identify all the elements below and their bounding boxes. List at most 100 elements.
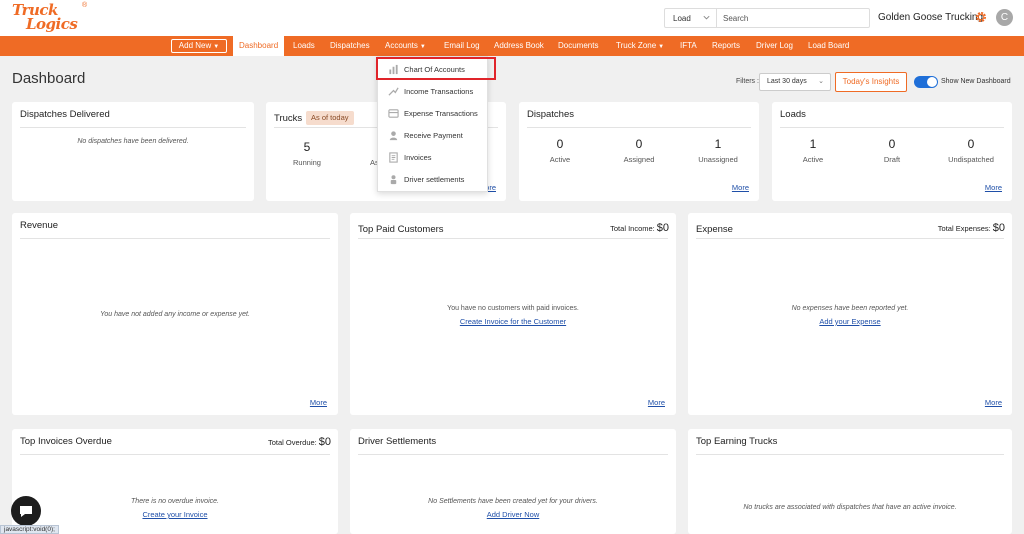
menu-item-label: Driver settlements (404, 174, 465, 184)
search-input[interactable] (717, 9, 869, 27)
truck-logics-logo[interactable]: Truck Logics ® (12, 2, 87, 34)
total-overdue: Total Overdue: $0 (268, 436, 331, 448)
search-type-select[interactable]: Load (665, 9, 717, 27)
search-type-value: Load (673, 13, 691, 23)
loads-draft-stat[interactable]: 0 Draft (852, 137, 932, 164)
chart-of-accounts-highlight (376, 57, 496, 80)
total-label: Total Overdue: (267, 438, 317, 447)
dispatches-active-stat[interactable]: 0 Active (520, 137, 600, 164)
stat-label: Active (802, 155, 824, 164)
nav-ifta[interactable]: IFTA (680, 36, 697, 56)
browser-status-bar: javascript:void(0); (0, 525, 59, 534)
nav-driver-log[interactable]: Driver Log (756, 36, 793, 56)
add-new-button[interactable]: Add New ▼ (171, 39, 227, 53)
nav-load-board[interactable]: Load Board (808, 36, 849, 56)
add-expense-link[interactable]: Add your Expense (688, 317, 1012, 326)
nav-email-log[interactable]: Email Log (444, 36, 480, 56)
menu-item-receive-payment[interactable]: Receive Payment (378, 125, 489, 145)
total-label: Total Expenses: (937, 224, 991, 233)
stat-label: Assigned (623, 155, 655, 164)
expense-icon (388, 108, 399, 118)
driver-icon (390, 174, 397, 184)
top-earning-trucks-card: Top Earning Trucks No trucks are associa… (688, 429, 1012, 534)
nav-address-book[interactable]: Address Book (494, 36, 544, 56)
dispatches-more-link[interactable]: More (732, 183, 749, 192)
company-name[interactable]: Golden Goose Trucking (878, 12, 983, 23)
user-avatar[interactable]: C (996, 9, 1013, 26)
empty-message: No expenses have been reported yet. (791, 305, 909, 312)
todays-insights-button[interactable]: Today's Insights (835, 72, 907, 92)
loads-more-link[interactable]: More (985, 183, 1002, 192)
card-title: Dispatches (527, 109, 574, 120)
chevron-down-icon: ▼ (213, 44, 220, 50)
total-value: $0 (318, 436, 331, 448)
card-title: Dispatches Delivered (20, 109, 110, 120)
stat-label: Unassigned (698, 155, 738, 164)
stat-label: Running (293, 158, 321, 167)
stat-value: 0 (556, 137, 564, 151)
create-invoice-for-customer-link[interactable]: Create Invoice for the Customer (350, 317, 676, 326)
trucks-running-stat[interactable]: 5 Running (267, 140, 347, 167)
logo-text-bottom: Logics (26, 15, 78, 33)
nav-documents[interactable]: Documents (558, 36, 598, 56)
stat-value: 1 (809, 137, 817, 151)
menu-item-income-transactions[interactable]: Income Transactions (378, 81, 489, 101)
empty-message: You have not added any income or expense… (100, 311, 250, 318)
dispatches-unassigned-stat[interactable]: 1 Unassigned (678, 137, 758, 164)
stat-label: Draft (883, 155, 901, 164)
loads-undispatched-stat[interactable]: 0 Undispatched (931, 137, 1011, 164)
filters-label: Filters : (736, 78, 759, 85)
new-dashboard-toggle[interactable] (914, 76, 938, 88)
menu-item-label: Expense Transactions (404, 108, 478, 118)
empty-message: You have no customers with paid invoices… (447, 305, 579, 312)
nav-dashboard[interactable]: Dashboard (233, 36, 285, 56)
menu-item-driver-settlements[interactable]: Driver settlements (378, 169, 489, 189)
nav-loads[interactable]: Loads (293, 36, 315, 56)
menu-item-label: Invoices (404, 152, 432, 162)
nav-dispatches[interactable]: Dispatches (330, 36, 370, 56)
top-paid-customers-card: Top Paid Customers Total Income: $0 You h… (350, 213, 676, 415)
chevron-down-icon: ▼ (419, 44, 426, 50)
toggle-knob (927, 77, 937, 87)
main-nav: Add New ▼ Dashboard Loads Dispatches Acco… (0, 36, 1024, 56)
stat-value: 0 (888, 137, 896, 151)
card-title: Driver Settlements (358, 436, 437, 447)
empty-message: No trucks are associated with dispatches… (743, 504, 957, 511)
divider (20, 454, 330, 455)
total-expenses: Total Expenses: $0 (938, 222, 1005, 234)
stat-label: Undispatched (948, 155, 994, 164)
revenue-more-link[interactable]: More (310, 398, 327, 407)
menu-item-invoices[interactable]: Invoices (378, 147, 489, 167)
expense-more-link[interactable]: More (985, 398, 1002, 407)
top-invoices-overdue-card: Top Invoices Overdue Total Overdue: $0 Th… (12, 429, 338, 534)
expense-card: Expense Total Expenses: $0 No expenses ha… (688, 213, 1012, 415)
nav-reports[interactable]: Reports (712, 36, 740, 56)
revenue-card: Revenue You have not added any income or… (12, 213, 338, 415)
divider (527, 127, 751, 128)
nav-accounts[interactable]: Accounts ▼ (385, 36, 426, 56)
chat-widget-button[interactable] (11, 496, 41, 526)
loads-active-stat[interactable]: 1 Active (773, 137, 853, 164)
card-title: Revenue (20, 220, 59, 231)
date-range-select[interactable]: Last 30 days ⌄ (759, 73, 831, 91)
nav-truck-zone[interactable]: Truck Zone ▼ (616, 36, 664, 56)
dispatches-assigned-stat[interactable]: 0 Assigned (599, 137, 679, 164)
chevron-down-icon: ⌄ (818, 78, 824, 85)
card-title: Trucks (274, 113, 303, 124)
add-driver-link[interactable]: Add Driver Now (350, 510, 676, 519)
invoice-icon (389, 151, 398, 163)
total-label: Total Income: (610, 224, 655, 233)
loads-card: Loads 1 Active 0 Draft 0 Undispatched Mo… (772, 102, 1012, 201)
logo-registered-mark: ® (82, 2, 88, 9)
create-invoice-link[interactable]: Create your Invoice (12, 510, 338, 519)
global-search: Load (664, 8, 870, 28)
chevron-down-icon (703, 15, 710, 20)
menu-item-expense-transactions[interactable]: Expense Transactions (378, 103, 489, 123)
stat-value: 1 (714, 137, 722, 151)
gear-icon[interactable] (974, 10, 988, 24)
empty-message: There is no overdue invoice. (131, 498, 219, 505)
new-dashboard-label: Show New Dashboard (941, 78, 1011, 85)
top-paid-more-link[interactable]: More (648, 398, 665, 407)
add-new-label: Add New (178, 41, 212, 50)
as-of-today-badge: As of today (306, 111, 354, 125)
